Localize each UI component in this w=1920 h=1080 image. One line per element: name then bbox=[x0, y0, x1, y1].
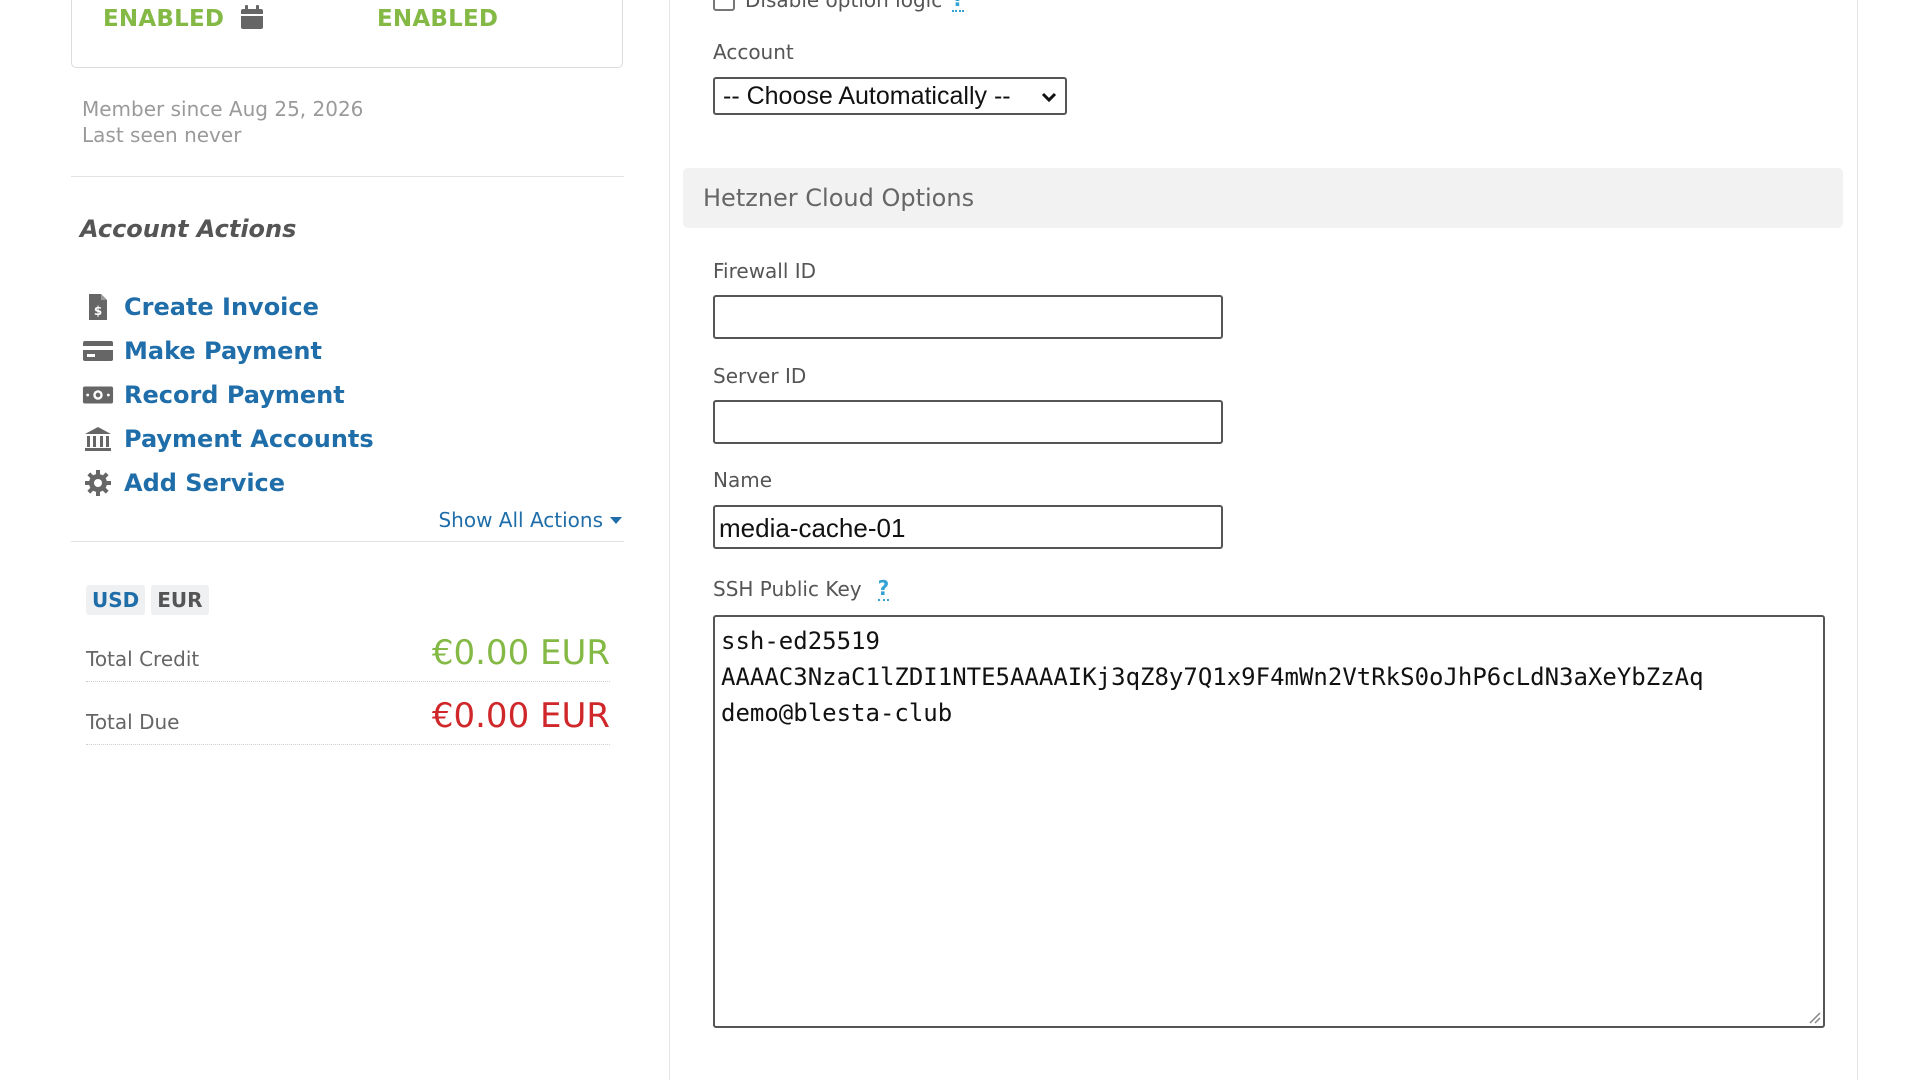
show-all-actions-label: Show All Actions bbox=[438, 508, 603, 532]
chevron-down-icon bbox=[1041, 92, 1057, 103]
column-separator bbox=[669, 0, 670, 1080]
create-invoice-link[interactable]: $ Create Invoice bbox=[82, 285, 374, 329]
total-credit-value: €0.00 EUR bbox=[431, 633, 610, 673]
ssh-key-line-2: AAAAC3NzaC1lZDI1NTE5AAAAIKj3qZ8y7Q1x9F4m… bbox=[721, 663, 1704, 691]
server-id-label: Server ID bbox=[713, 364, 807, 388]
calendar-icon bbox=[241, 5, 263, 29]
money-icon bbox=[82, 381, 114, 409]
last-seen: Last seen never bbox=[82, 123, 242, 147]
firewall-id-label: Firewall ID bbox=[713, 259, 817, 283]
ssh-public-key-textarea[interactable]: ssh-ed25519 AAAAC3NzaC1lZDI1NTE5AAAAIKj3… bbox=[713, 615, 1825, 1028]
total-due-value: €0.00 EUR bbox=[431, 696, 610, 736]
ssh-key-label-row: SSH Public Key ? bbox=[713, 577, 890, 601]
record-payment-link[interactable]: Record Payment bbox=[82, 373, 374, 417]
payment-accounts-link[interactable]: Payment Accounts bbox=[82, 417, 374, 461]
show-all-actions-link[interactable]: Show All Actions bbox=[438, 508, 622, 532]
resize-handle-icon[interactable] bbox=[1807, 1010, 1821, 1024]
total-due-label: Total Due bbox=[86, 710, 180, 734]
currency-tab-eur[interactable]: EUR bbox=[151, 585, 209, 615]
currency-tab-usd[interactable]: USD bbox=[86, 585, 146, 615]
name-label: Name bbox=[713, 468, 773, 492]
total-credit-label: Total Credit bbox=[86, 647, 200, 671]
ssh-key-label: SSH Public Key bbox=[713, 577, 862, 601]
hetzner-options-header: Hetzner Cloud Options bbox=[683, 168, 1843, 228]
name-input[interactable]: media-cache-01 bbox=[713, 505, 1223, 549]
client-status-box: ENABLED ENABLED bbox=[71, 0, 623, 68]
invoice-icon: $ bbox=[82, 293, 114, 321]
create-invoice-label: Create Invoice bbox=[124, 293, 319, 321]
disable-option-logic-checkbox[interactable] bbox=[713, 0, 735, 11]
caret-down-icon bbox=[610, 516, 622, 524]
currency-tabs: USD EUR bbox=[86, 585, 209, 615]
status-badge-enabled: ENABLED bbox=[103, 6, 225, 32]
ssh-key-line-1: ssh-ed25519 bbox=[721, 627, 880, 655]
divider bbox=[71, 541, 624, 542]
add-service-link[interactable]: Add Service bbox=[82, 461, 374, 505]
account-select-value: -- Choose Automatically -- bbox=[723, 81, 1011, 110]
firewall-id-input[interactable] bbox=[713, 295, 1223, 339]
divider bbox=[71, 176, 624, 177]
account-select[interactable]: -- Choose Automatically -- bbox=[713, 77, 1067, 115]
total-due-row: Total Due €0.00 EUR bbox=[86, 693, 610, 745]
account-actions-list: $ Create Invoice Make Payment Record Pay… bbox=[82, 285, 374, 505]
account-actions-title: Account Actions bbox=[80, 215, 297, 243]
account-label: Account bbox=[713, 40, 794, 64]
disable-option-logic-row: Disable option logic ? bbox=[713, 0, 964, 12]
make-payment-label: Make Payment bbox=[124, 337, 322, 365]
svg-text:$: $ bbox=[94, 304, 102, 318]
server-id-input[interactable] bbox=[713, 400, 1223, 444]
disable-option-logic-label: Disable option logic bbox=[745, 0, 943, 12]
status-badge-enabled-2: ENABLED bbox=[377, 6, 499, 32]
record-payment-label: Record Payment bbox=[124, 381, 345, 409]
make-payment-link[interactable]: Make Payment bbox=[82, 329, 374, 373]
ssh-key-line-3: demo@blesta-club bbox=[721, 699, 953, 727]
gear-icon bbox=[82, 469, 114, 497]
member-info: Member since Aug 25, 2026 Last seen neve… bbox=[82, 96, 363, 148]
add-service-label: Add Service bbox=[124, 469, 286, 497]
help-tooltip-icon[interactable]: ? bbox=[952, 0, 964, 12]
column-separator-right bbox=[1857, 0, 1858, 1080]
total-credit-row: Total Credit €0.00 EUR bbox=[86, 630, 610, 682]
credit-card-icon bbox=[82, 337, 114, 365]
payment-accounts-label: Payment Accounts bbox=[124, 425, 374, 453]
ssh-help-icon[interactable]: ? bbox=[877, 577, 890, 601]
bank-icon bbox=[82, 425, 114, 453]
member-since: Member since Aug 25, 2026 bbox=[82, 97, 364, 121]
